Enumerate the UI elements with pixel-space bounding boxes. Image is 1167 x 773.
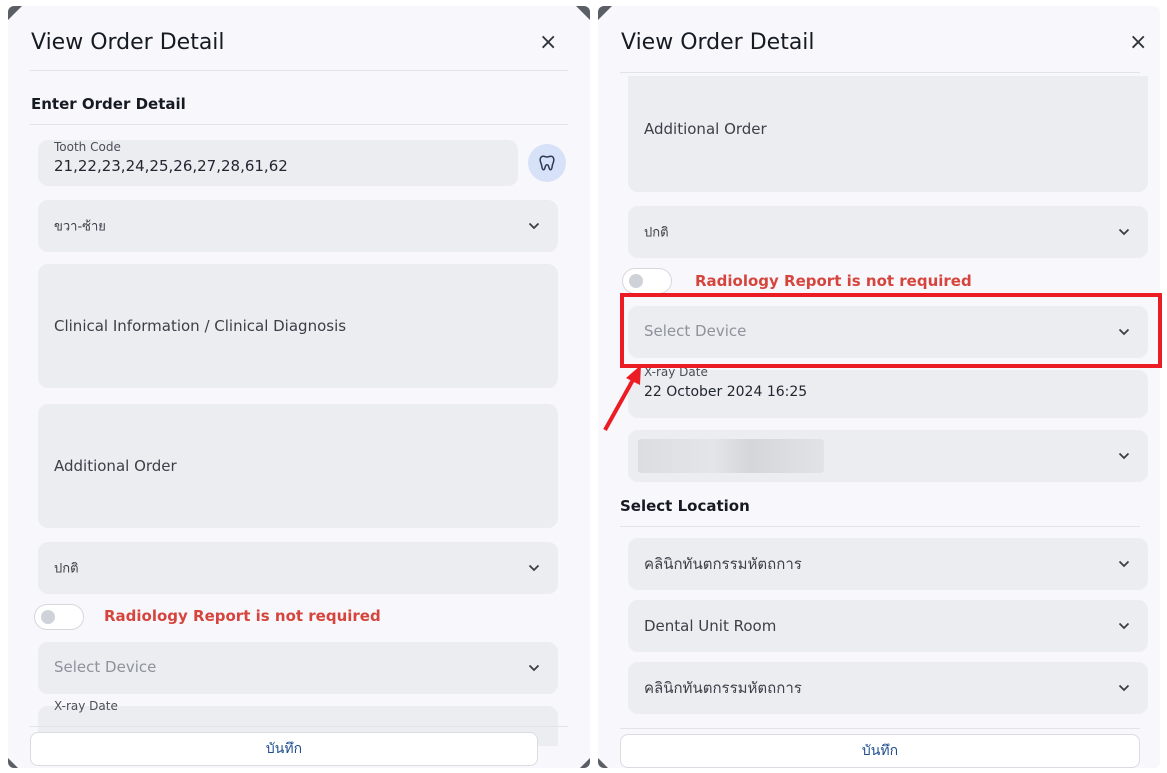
side-select[interactable]: ขวา-ซ้าย bbox=[38, 200, 558, 252]
tooth-icon bbox=[539, 155, 555, 171]
corner-mark bbox=[598, 6, 612, 20]
tooth-code-label: Tooth Code bbox=[54, 140, 121, 154]
close-icon[interactable]: × bbox=[539, 32, 557, 54]
dialog-title: View Order Detail bbox=[31, 30, 225, 55]
section-title-order-detail: Enter Order Detail bbox=[31, 95, 186, 113]
location-select-3[interactable]: คลินิกทันตกรรมหัตถการ bbox=[628, 662, 1148, 714]
location-value: คลินิกทันตกรรมหัตถการ bbox=[644, 555, 802, 573]
save-button[interactable]: บันทึก bbox=[30, 732, 538, 766]
device-select[interactable]: Select Device bbox=[38, 642, 558, 694]
additional-order-field[interactable]: Additional Order bbox=[628, 76, 1148, 192]
chevron-down-icon bbox=[1118, 228, 1130, 236]
close-icon[interactable]: × bbox=[1129, 32, 1147, 54]
radiology-report-warning: Radiology Report is not required bbox=[695, 272, 972, 290]
section-divider bbox=[30, 124, 568, 125]
location-value: คลินิกทันตกรรมหัตถการ bbox=[644, 679, 802, 697]
priority-select[interactable]: ปกติ bbox=[38, 542, 558, 594]
tooth-code-field[interactable]: Tooth Code 21,22,23,24,25,26,27,28,61,62 bbox=[38, 140, 518, 186]
chevron-down-icon bbox=[1118, 452, 1130, 460]
corner-mark bbox=[598, 758, 608, 768]
location-value: Dental Unit Room bbox=[644, 617, 777, 635]
chevron-down-icon bbox=[1118, 622, 1130, 630]
additional-order-field[interactable]: Additional Order bbox=[38, 404, 558, 528]
clinical-info-field[interactable]: Clinical Information / Clinical Diagnosi… bbox=[38, 264, 558, 388]
xray-date-field[interactable]: X-ray Date 22 October 2024 16:25 bbox=[628, 365, 1148, 418]
additional-order-placeholder: Additional Order bbox=[54, 457, 177, 475]
redacted-select[interactable] bbox=[628, 430, 1148, 482]
order-detail-dialog-right: View Order Detail × Additional Order ปกต… bbox=[598, 6, 1160, 768]
footer-divider bbox=[30, 726, 568, 727]
chevron-down-icon bbox=[1118, 684, 1130, 692]
corner-mark bbox=[8, 6, 22, 20]
toggle-knob bbox=[41, 610, 55, 624]
priority-value: ปกติ bbox=[54, 561, 79, 577]
chevron-down-icon bbox=[528, 664, 540, 672]
save-button[interactable]: บันทึก bbox=[620, 734, 1140, 768]
device-select-placeholder: Select Device bbox=[54, 658, 157, 676]
additional-order-placeholder: Additional Order bbox=[644, 120, 767, 138]
corner-mark bbox=[580, 758, 590, 768]
clinical-info-placeholder: Clinical Information / Clinical Diagnosi… bbox=[54, 317, 347, 335]
dialog-title: View Order Detail bbox=[621, 30, 815, 55]
priority-select[interactable]: ปกติ bbox=[628, 206, 1148, 258]
device-select-placeholder: Select Device bbox=[644, 322, 747, 340]
tooth-chart-button[interactable] bbox=[528, 144, 566, 182]
order-detail-dialog-left: View Order Detail × Enter Order Detail T… bbox=[8, 6, 590, 768]
corner-mark bbox=[576, 6, 590, 20]
location-select-2[interactable]: Dental Unit Room bbox=[628, 600, 1148, 652]
corner-mark bbox=[8, 758, 18, 768]
footer-divider bbox=[620, 728, 1140, 729]
section-divider bbox=[620, 526, 1140, 527]
device-select[interactable]: Select Device bbox=[628, 306, 1148, 358]
chevron-down-icon bbox=[528, 222, 540, 230]
chevron-down-icon bbox=[1118, 560, 1130, 568]
xray-date-value: 22 October 2024 16:25 bbox=[644, 384, 808, 400]
chevron-down-icon bbox=[1118, 328, 1130, 336]
xray-date-label: X-ray Date bbox=[54, 699, 118, 713]
header-divider bbox=[30, 70, 568, 71]
location-select-1[interactable]: คลินิกทันตกรรมหัตถการ bbox=[628, 538, 1148, 590]
side-select-value: ขวา-ซ้าย bbox=[54, 219, 106, 235]
tooth-code-value: 21,22,23,24,25,26,27,28,61,62 bbox=[54, 157, 288, 175]
toggle-knob bbox=[629, 274, 643, 288]
redacted-value bbox=[638, 439, 824, 473]
header-divider bbox=[620, 72, 1140, 73]
radiology-report-warning: Radiology Report is not required bbox=[104, 607, 381, 625]
radiology-report-toggle[interactable] bbox=[622, 268, 672, 294]
radiology-report-toggle[interactable] bbox=[34, 604, 84, 630]
chevron-down-icon bbox=[528, 564, 540, 572]
section-title-location: Select Location bbox=[620, 497, 750, 515]
xray-date-label: X-ray Date bbox=[644, 365, 708, 379]
priority-value: ปกติ bbox=[644, 225, 669, 241]
